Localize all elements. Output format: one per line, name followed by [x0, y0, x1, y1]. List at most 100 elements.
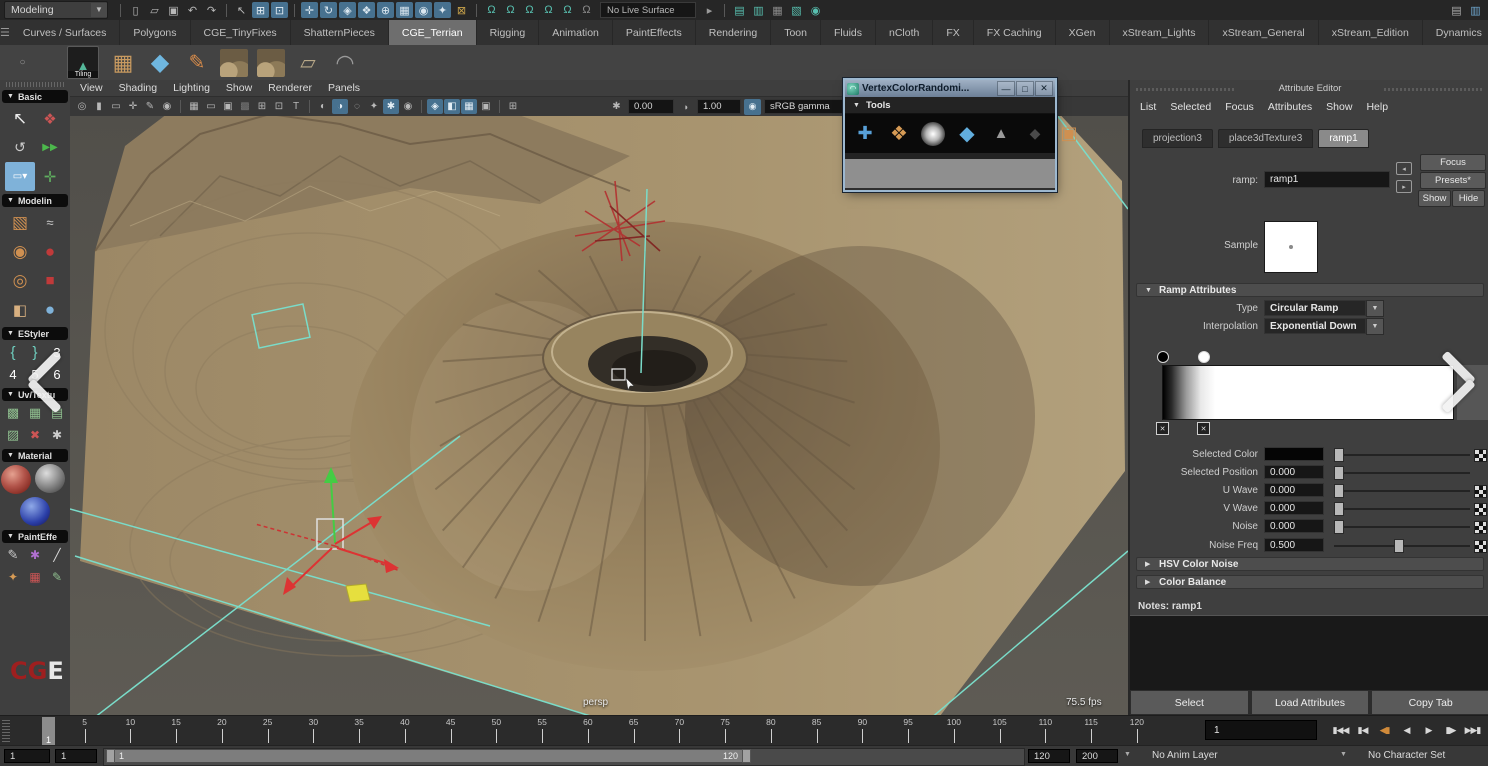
shelf-tab-cge-terrian[interactable]: CGE_Terrian — [389, 20, 477, 45]
ramp-stop-handle-white[interactable] — [1198, 351, 1210, 363]
redo-icon[interactable]: ↷ — [203, 2, 220, 18]
glow-sphere-icon[interactable] — [921, 122, 945, 146]
lighting-icon[interactable]: ◐ — [315, 99, 331, 114]
slider-handle[interactable] — [1334, 520, 1344, 534]
color-management-icon[interactable]: ◉ — [744, 99, 761, 115]
viewport-3d-scene[interactable] — [70, 116, 1128, 715]
shelf-tab-animation[interactable]: Animation — [539, 20, 613, 45]
shelf-tab-xstream-lights[interactable]: xStream_Lights — [1110, 20, 1210, 45]
move-tool-active-icon[interactable]: ▭▾ — [5, 162, 35, 191]
ramp-delete-handle[interactable]: ✕ — [1197, 422, 1210, 435]
panel-grip[interactable] — [1384, 88, 1482, 91]
shelf-tab-cge-tinyfixes[interactable]: CGE_TinyFixes — [191, 20, 291, 45]
camera-attributes-icon[interactable]: ◎ — [74, 99, 90, 114]
connection-out-icon[interactable]: ▸ — [1396, 180, 1412, 193]
plane-icon[interactable]: ◧ — [5, 295, 35, 324]
ae-menu-attributes[interactable]: Attributes — [1268, 101, 1312, 116]
select-hierarchy-icon[interactable]: ↖ — [233, 2, 250, 18]
notes-textarea[interactable] — [1130, 615, 1488, 690]
ramp-gradient-widget[interactable] — [1162, 365, 1454, 420]
current-time-indicator[interactable]: 1 — [42, 717, 55, 745]
paint-tool-icon[interactable]: ◉ — [415, 2, 432, 18]
connection-in-icon[interactable]: ◂ — [1396, 162, 1412, 175]
snap-curve-icon[interactable]: Ω — [502, 2, 519, 18]
help-tool-icon[interactable]: ✦ — [434, 2, 451, 18]
animation-end-field[interactable]: 200 — [1076, 749, 1118, 763]
mountain-arc-icon[interactable]: ◠ — [331, 49, 359, 77]
menu-set-selector[interactable]: Modeling ▼ — [4, 1, 108, 19]
toolbox-grip[interactable] — [6, 82, 64, 87]
slider-groove[interactable] — [1334, 490, 1470, 492]
ae-menu-list[interactable]: List — [1140, 101, 1156, 116]
shaded-sphere-icon[interactable] — [35, 464, 65, 493]
chevron-down-icon[interactable]: ▼ — [1124, 751, 1131, 758]
rock-tool-icon[interactable]: ◆ — [1023, 122, 1047, 146]
poly-sphere-icon[interactable]: ◉ — [5, 237, 35, 266]
shelf-tab-polygons[interactable]: Polygons — [120, 20, 190, 45]
go-to-end-icon[interactable]: ▶▶▮ — [1462, 718, 1483, 742]
value-field[interactable]: 0.000 — [1264, 465, 1324, 479]
add-tool-icon[interactable]: ✚ — [853, 122, 877, 146]
live-surface-field[interactable]: No Live Surface — [600, 2, 696, 18]
save-scene-icon[interactable]: ▣ — [165, 2, 182, 18]
shelf-tab-painteffects[interactable]: PaintEffects — [613, 20, 696, 45]
snap-view-plane-icon[interactable]: Ω — [559, 2, 576, 18]
panel-grip[interactable] — [1136, 88, 1234, 91]
workspace-icon[interactable]: ▤ — [1448, 2, 1465, 18]
shelf-tab-rigging[interactable]: Rigging — [477, 20, 540, 45]
shelf-tab-fluids[interactable]: Fluids — [821, 20, 876, 45]
shelf-options-icon[interactable]: ○ — [14, 55, 31, 71]
ae-menu-show[interactable]: Show — [1326, 101, 1352, 116]
terrain-strip-icon[interactable] — [257, 49, 285, 77]
ipr-render-icon[interactable]: ▥ — [750, 2, 767, 18]
toolbox-section-modelin[interactable]: ▼Modelin — [2, 194, 68, 207]
shelf-tab-fx-caching[interactable]: FX Caching — [974, 20, 1056, 45]
render-frame-icon[interactable]: ▤ — [731, 2, 748, 18]
shelf-tab-ncloth[interactable]: nCloth — [876, 20, 933, 45]
lock-icon[interactable]: ⊠ — [453, 2, 470, 18]
image-plane-icon[interactable]: ▭ — [108, 99, 124, 114]
maximize-button[interactable]: □ — [1016, 81, 1034, 96]
map-texture-button[interactable] — [1474, 503, 1487, 516]
textured-icon[interactable]: ▣ — [478, 99, 494, 114]
select-button[interactable]: Select — [1130, 690, 1249, 715]
ae-tab-place3dtexture3[interactable]: place3dTexture3 — [1218, 129, 1313, 148]
character-set-selector[interactable]: No Character Set — [1368, 750, 1445, 761]
shelf-tab-xgen[interactable]: XGen — [1056, 20, 1110, 45]
ae-menu-selected[interactable]: Selected — [1170, 101, 1211, 116]
chevron-down-icon[interactable]: ▼ — [1366, 318, 1384, 335]
estyle-4-icon[interactable]: 4 — [2, 363, 24, 385]
copy-tab-button[interactable]: Copy Tab — [1371, 690, 1488, 715]
anim-layer-selector[interactable]: No Anim Layer — [1152, 750, 1218, 761]
toolbox-section-material[interactable]: ▼Material — [2, 449, 68, 462]
range-end-handle[interactable] — [742, 749, 751, 763]
ramp-type-select[interactable]: Circular Ramp — [1264, 300, 1366, 316]
playback-range-slider[interactable]: 1 120 — [103, 748, 1025, 766]
shelf-tab-dynamics[interactable]: Dynamics — [1423, 20, 1488, 45]
new-scene-icon[interactable]: ▯ — [127, 2, 144, 18]
gamma-field[interactable]: 1.00 — [697, 99, 741, 114]
map-texture-button[interactable] — [1474, 485, 1487, 498]
viewport-menu-renderer[interactable]: Renderer — [268, 82, 312, 94]
map-texture-button[interactable] — [1474, 449, 1487, 462]
slider-handle[interactable] — [1334, 484, 1344, 498]
tools-section-header[interactable]: ▼ Tools — [845, 97, 1055, 114]
honeycomb-tiles-icon[interactable]: ▦ — [109, 49, 137, 77]
shelf-tab-xstream-edition[interactable]: xStream_Edition — [1319, 20, 1423, 45]
wireframe-on-shaded-icon[interactable]: ▦ — [461, 99, 477, 114]
paintfx-flower-icon[interactable]: ✱ — [24, 544, 46, 566]
slider-groove[interactable] — [1334, 454, 1470, 456]
paintfx-stroke-icon[interactable]: ╱ — [46, 544, 68, 566]
poly-torus-icon[interactable]: ◎ — [5, 266, 35, 295]
multisample-icon[interactable]: ✱ — [383, 99, 399, 114]
material-preview-sphere[interactable] — [1, 465, 31, 494]
slider-groove[interactable] — [1334, 526, 1470, 528]
previous-overlay-arrow[interactable] — [26, 350, 66, 416]
window-title-bar[interactable]: ◠ VertexColorRandomi... — □ ✕ — [845, 80, 1055, 97]
play-backwards-icon[interactable]: ◀ — [1396, 718, 1417, 742]
snap-projected-center-icon[interactable]: Ω — [540, 2, 557, 18]
open-scene-icon[interactable]: ▱ — [146, 2, 163, 18]
blue-diamond-icon[interactable]: ◆ — [146, 49, 174, 77]
next-overlay-arrow[interactable] — [1440, 350, 1480, 416]
slider-handle[interactable] — [1334, 502, 1344, 516]
